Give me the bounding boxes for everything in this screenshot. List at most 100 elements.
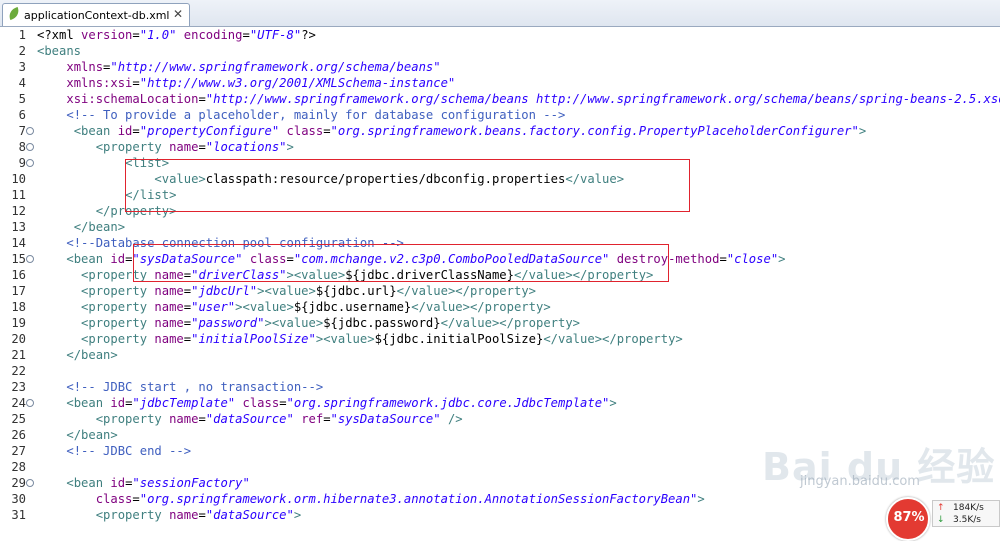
code-text: <?xml version="1.0" encoding="UTF-8"?> xyxy=(37,27,316,43)
code-line[interactable]: 2 <beans xyxy=(0,43,1000,59)
token-attr: id xyxy=(110,252,126,266)
code-line[interactable]: 13 </bean> xyxy=(0,219,1000,235)
code-text: <!-- JDBC start , no transaction--> xyxy=(37,379,323,395)
token-text: = xyxy=(183,332,192,346)
baidu-watermark-url: jingyan.baidu.com xyxy=(800,474,920,489)
fold-toggle-icon[interactable] xyxy=(26,399,34,407)
tab-applicationcontext-db-xml[interactable]: applicationContext-db.xml ✕ xyxy=(2,3,190,26)
usage-percent: 87% xyxy=(893,510,925,525)
fold-toggle-icon[interactable] xyxy=(26,255,34,263)
token-tag: </value></property> xyxy=(440,316,581,330)
code-line[interactable]: 19 <property name="password"><value>${jd… xyxy=(0,315,1000,331)
token-tag: </bean> xyxy=(73,220,126,234)
upload-speed: 184K/s xyxy=(953,503,984,513)
code-line[interactable]: 7 <bean id="propertyConfigure" class="or… xyxy=(0,123,1000,139)
token-val: "initialPoolSize" xyxy=(191,332,316,346)
token-text: ${jdbc.url} xyxy=(315,284,397,298)
line-number: 2 xyxy=(18,44,26,58)
code-line[interactable]: 20 <property name="initialPoolSize"><val… xyxy=(0,331,1000,347)
token-tag: <bean xyxy=(73,124,118,138)
code-line[interactable]: 24 <bean id="jdbcTemplate" class="org.sp… xyxy=(0,395,1000,411)
line-number: 8 xyxy=(18,140,26,154)
line-number: 19 xyxy=(11,316,26,330)
fold-toggle-icon[interactable] xyxy=(26,159,34,167)
token-val: "jdbcUrl" xyxy=(191,284,258,298)
close-icon[interactable]: ✕ xyxy=(173,7,183,21)
token-tag: ><value> xyxy=(264,316,324,330)
token-attr: id xyxy=(117,124,133,138)
line-number: 15 xyxy=(11,252,26,266)
code-text: <property name="initialPoolSize"><value>… xyxy=(37,331,683,347)
token-attr: version xyxy=(81,28,133,42)
line-number: 9 xyxy=(18,156,26,170)
usage-gauge[interactable]: 87% xyxy=(886,497,930,541)
code-line[interactable]: 5 xsi:schemaLocation="http://www.springf… xyxy=(0,91,1000,107)
token-text: = xyxy=(132,28,140,42)
code-line[interactable]: 6 <!-- To provide a placeholder, mainly … xyxy=(0,107,1000,123)
token-tag: </bean> xyxy=(66,428,118,442)
line-number: 14 xyxy=(11,236,26,250)
line-number: 6 xyxy=(18,108,26,122)
code-line[interactable]: 31 <property name="dataSource"> xyxy=(0,507,1000,523)
token-text: = xyxy=(183,284,192,298)
code-text: xsi:schemaLocation="http://www.springfra… xyxy=(37,91,1000,107)
speed-panel: ↑ 184K/s ↓ 3.5K/s xyxy=(932,500,1000,527)
code-text: <bean id="sessionFactory" xyxy=(37,475,249,491)
code-text: <property name="dataSource"> xyxy=(37,507,301,523)
token-attr: name xyxy=(169,140,199,154)
token-val: "org.springframework.beans.factory.confi… xyxy=(330,124,859,138)
token-tag: <property xyxy=(81,332,155,346)
code-line[interactable]: 8 <property name="locations"> xyxy=(0,139,1000,155)
fold-toggle-icon[interactable] xyxy=(26,143,34,151)
code-line[interactable]: 21 </bean> xyxy=(0,347,1000,363)
token-tag: <property xyxy=(95,140,170,154)
code-line[interactable]: 30 class="org.springframework.orm.hibern… xyxy=(0,491,1000,507)
code-text: <beans xyxy=(37,43,81,59)
token-text: <?xml xyxy=(37,28,82,42)
network-speed-widget[interactable]: 87% ↑ 184K/s ↓ 3.5K/s xyxy=(886,497,1000,541)
line-number: 4 xyxy=(18,76,26,90)
token-tag: > xyxy=(609,396,617,410)
download-speed: 3.5K/s xyxy=(953,515,981,525)
code-line[interactable]: 23 <!-- JDBC start , no transaction--> xyxy=(0,379,1000,395)
token-tag: ><value> xyxy=(315,332,375,346)
code-line[interactable]: 3 xmlns="http://www.springframework.org/… xyxy=(0,59,1000,75)
token-attr: xmlns:xsi xyxy=(66,76,133,90)
token-tag: <bean xyxy=(66,252,111,266)
line-number: 27 xyxy=(11,444,26,458)
token-attr: name xyxy=(169,412,199,426)
token-val: "sysDataSource" xyxy=(330,412,441,426)
token-com: <!-- JDBC end --> xyxy=(66,444,192,458)
token-text: = xyxy=(183,300,192,314)
token-val: "org.springframework.orm.hibernate3.anno… xyxy=(139,492,698,506)
code-line[interactable]: 25 <property name="dataSource" ref="sysD… xyxy=(0,411,1000,427)
line-number: 17 xyxy=(11,284,26,298)
code-text: <property name="jdbcUrl"><value>${jdbc.u… xyxy=(37,283,536,299)
code-line[interactable]: 4 xmlns:xsi="http://www.w3.org/2001/XMLS… xyxy=(0,75,1000,91)
code-text: <property name="dataSource" ref="sysData… xyxy=(37,411,463,427)
line-number: 20 xyxy=(11,332,26,346)
token-attr: xsi:schemaLocation xyxy=(66,92,199,106)
fold-toggle-icon[interactable] xyxy=(26,479,34,487)
token-tag: > xyxy=(293,508,302,522)
line-number: 26 xyxy=(11,428,26,442)
token-val: "dataSource" xyxy=(205,412,294,426)
code-text: </bean> xyxy=(37,427,118,443)
code-line[interactable]: 17 <property name="jdbcUrl"><value>${jdb… xyxy=(0,283,1000,299)
code-line[interactable]: 22 xyxy=(0,363,1000,379)
code-line[interactable]: 1 <?xml version="1.0" encoding="UTF-8"?> xyxy=(0,27,1000,43)
token-attr: xmlns xyxy=(66,60,104,74)
line-number: 22 xyxy=(11,364,26,378)
editor-tab-bar: applicationContext-db.xml ✕ xyxy=(0,0,1000,27)
fold-toggle-icon[interactable] xyxy=(26,127,34,135)
line-number: 29 xyxy=(11,476,26,490)
code-line[interactable]: 18 <property name="user"><value>${jdbc.u… xyxy=(0,299,1000,315)
